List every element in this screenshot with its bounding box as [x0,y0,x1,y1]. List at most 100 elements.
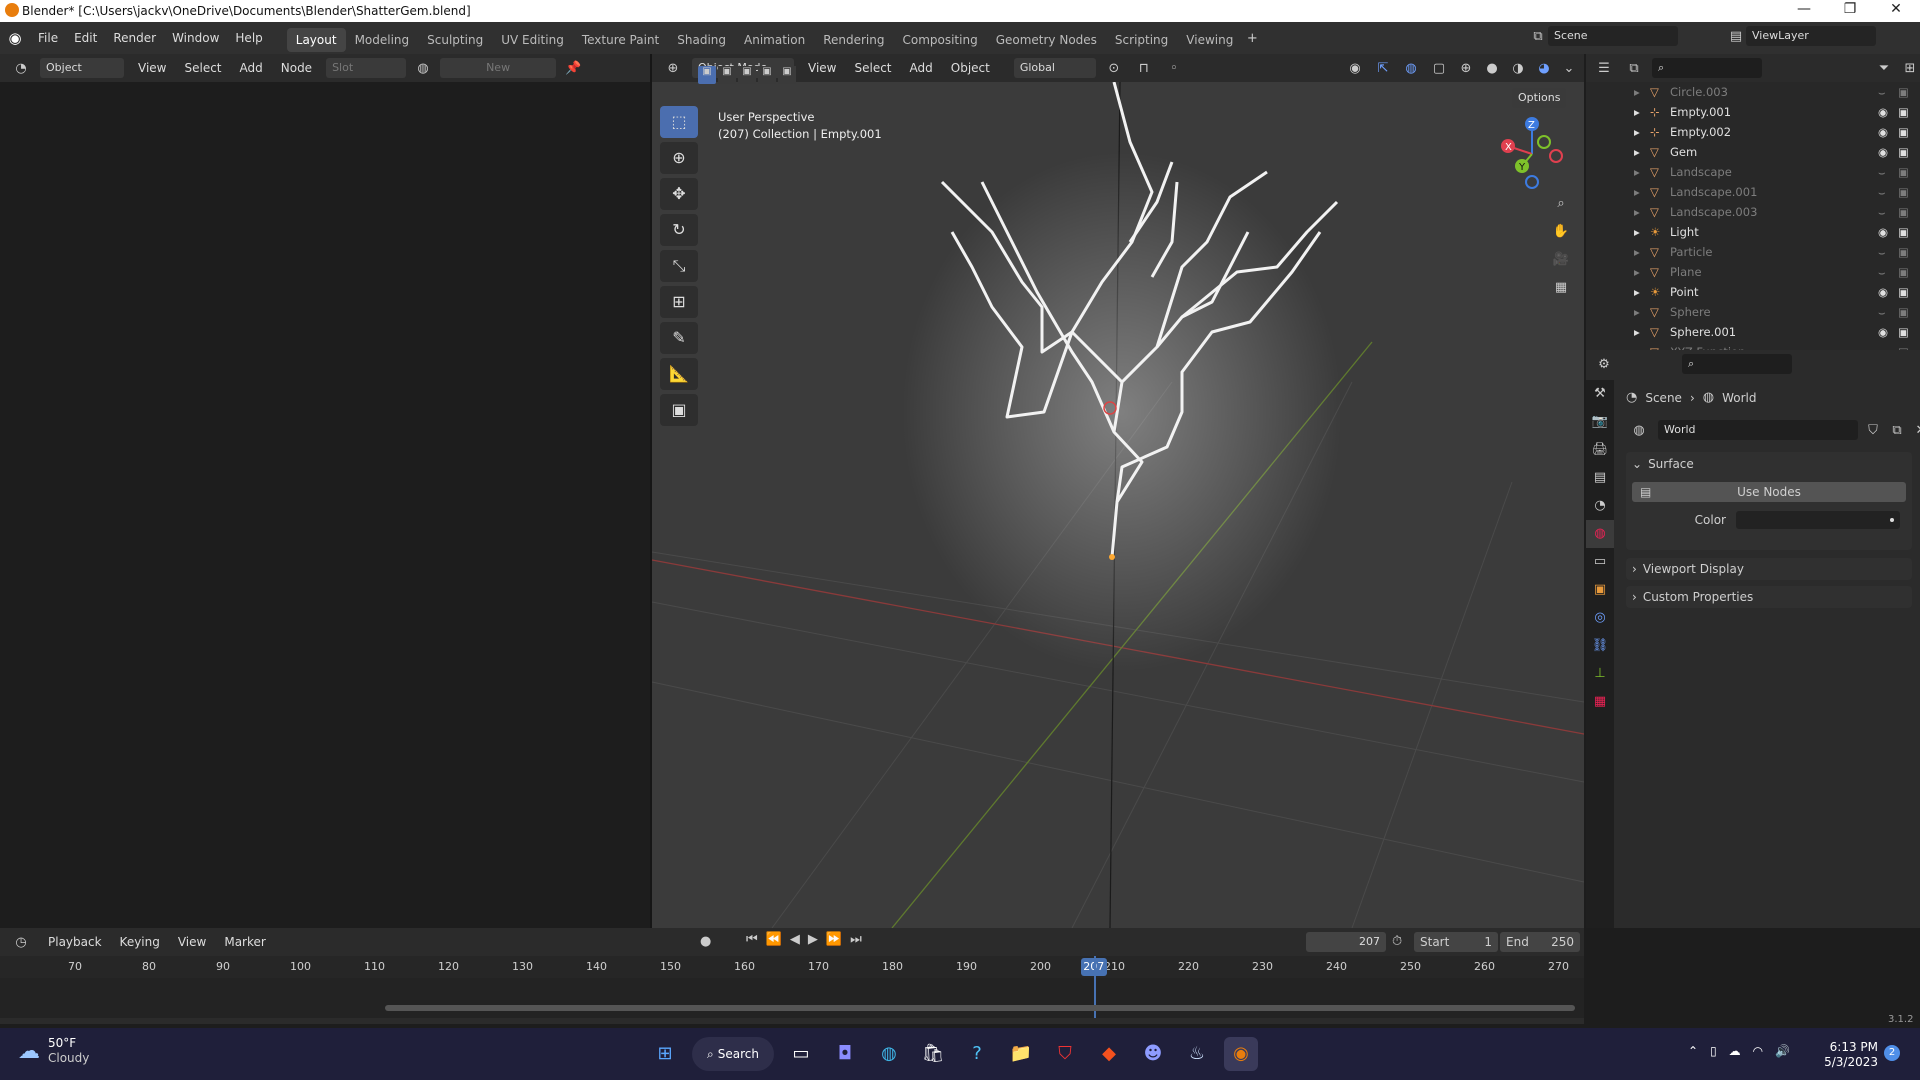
expand-arrow-icon[interactable]: ▸ [1634,142,1640,162]
expand-arrow-icon[interactable]: ▸ [1634,282,1640,302]
scene-selector[interactable]: ⧉ Scene [1528,26,1678,46]
outliner-editor-icon[interactable]: ☰ [1592,61,1616,76]
texture-tab-icon[interactable]: ▦ [1586,688,1614,716]
edge-icon[interactable]: ◍ [872,1037,906,1071]
tab-shading[interactable]: Shading [668,28,735,52]
notification-badge[interactable]: 2 [1884,1045,1900,1061]
outliner-row[interactable]: ▸ ▽ Circle.003 ⌣ ▣ [1586,82,1920,102]
menu-node[interactable]: Node [273,52,320,84]
jump-start-icon[interactable]: ⏮ [746,932,758,947]
menu-view[interactable]: View [170,926,214,958]
eye-icon[interactable]: ⌣ [1878,82,1886,102]
overlay-icon[interactable]: ◍ [1400,61,1422,76]
store-icon[interactable]: 🛍 [916,1037,950,1071]
outliner-row[interactable]: ▸ ☀ Light ◉ ▣ [1586,222,1920,242]
timeline[interactable]: ◷ Playback Keying View Marker ● ⏮ ⏪ ◀ ▶ ⏩ ⏭… [0,928,1584,1024]
current-frame-field[interactable]: 207 [1306,932,1386,952]
pin-icon[interactable]: 📌 [562,61,584,76]
expand-arrow-icon[interactable]: ▸ [1634,162,1640,182]
git-icon[interactable]: ◆ [1092,1037,1126,1071]
pan-hand-icon[interactable]: ✋ [1548,224,1574,252]
world-icon[interactable]: ◍ [412,61,434,76]
expand-arrow-icon[interactable]: ▸ [1634,202,1640,222]
end-frame-field[interactable]: End 250 [1500,932,1580,952]
menu-view[interactable]: View [800,52,844,84]
eye-icon[interactable]: ◉ [1878,142,1888,162]
menu-marker[interactable]: Marker [216,926,273,958]
maximize-button[interactable]: ❐ [1830,1,1870,17]
taskbar-search[interactable]: ⌕ Search [692,1037,774,1071]
camera-view-icon[interactable]: 🎥 [1548,252,1574,280]
mcafee-icon[interactable]: ⛉ [1048,1037,1082,1071]
render-tab-icon[interactable]: 📷 [1586,408,1614,436]
expand-arrow-icon[interactable]: ▸ [1634,122,1640,142]
view-layer-tab-icon[interactable]: ▤ [1586,464,1614,492]
camera-icon[interactable]: ▣ [1898,142,1909,162]
menu-file[interactable]: File [30,22,66,54]
outliner-row[interactable]: ▸ ☀ Point ◉ ▣ [1586,282,1920,302]
tab-uv-editing[interactable]: UV Editing [492,28,573,52]
custom-properties-panel[interactable]: › Custom Properties [1626,586,1912,608]
expand-arrow-icon[interactable]: ▸ [1634,262,1640,282]
jump-keyframe-forward-icon[interactable]: ⏩ [826,932,842,947]
select-subtract-icon[interactable]: ▣ [738,66,756,84]
task-view-icon[interactable]: ▭ [784,1037,818,1071]
camera-icon[interactable]: ▣ [1898,122,1909,142]
camera-icon[interactable]: ▣ [1898,302,1909,322]
outliner-search-input[interactable]: ⌕ [1652,58,1762,78]
expand-arrow-icon[interactable]: ▸ [1634,182,1640,202]
eye-icon[interactable]: ⌣ [1878,202,1886,222]
filter-icon[interactable]: ⏷ [1874,61,1894,76]
minimize-button[interactable]: — [1784,1,1824,17]
breadcrumb-scene[interactable]: Scene [1645,391,1682,405]
surface-panel-header[interactable]: ⌄ Surface [1626,452,1912,476]
file-explorer-icon[interactable]: 📁 [1004,1037,1038,1071]
menu-edit[interactable]: Edit [66,22,105,54]
world-tab-icon[interactable]: ◍ [1586,520,1614,548]
move-tool-icon[interactable]: ✥ [660,178,698,210]
scale-tool-icon[interactable]: ⤡ [660,250,698,282]
breadcrumb-world[interactable]: World [1722,391,1756,405]
select-extend-icon[interactable]: ▣ [718,66,736,84]
clock[interactable]: 6:13 PM 5/3/2023 [1808,1040,1878,1070]
gizmo-icon[interactable]: ⇱ [1372,61,1394,76]
camera-icon[interactable]: ▣ [1898,322,1909,342]
color-field[interactable] [1736,511,1900,529]
blender-menu-icon[interactable]: ◉ [0,29,30,47]
menu-playback[interactable]: Playback [40,926,110,958]
editor-type-icon[interactable]: ⊕ [660,61,686,76]
expand-arrow-icon[interactable]: ▸ [1634,242,1640,262]
orientation-dropdown[interactable]: Global [1013,58,1096,78]
close-button[interactable]: ✕ [1876,1,1916,17]
navigation-gizmo[interactable]: Z X Y [1492,114,1572,194]
windows-start-icon[interactable]: ⊞ [648,1037,682,1071]
properties-editor-icon[interactable]: ⚙ [1592,357,1616,372]
select-new-icon[interactable]: ▣ [698,66,716,84]
stopwatch-icon[interactable]: ⏱ [1392,934,1402,949]
select-box-tool-icon[interactable]: ⬚ [660,106,698,138]
expand-arrow-icon[interactable]: ▸ [1634,302,1640,322]
tab-layout[interactable]: Layout [286,28,346,52]
tab-sculpting[interactable]: Sculpting [418,28,492,52]
tab-geometry-nodes[interactable]: Geometry Nodes [987,28,1106,52]
use-nodes-button[interactable]: ▤ Use Nodes [1632,482,1906,502]
camera-icon[interactable]: ▣ [1898,202,1909,222]
outliner-row[interactable]: ▸ ▽ Particle ⌣ ▣ [1586,242,1920,262]
outliner-row[interactable]: ▸ ⊹ Empty.002 ◉ ▣ [1586,122,1920,142]
editor-type-icon[interactable]: ◔ [8,61,34,76]
timeline-scrollbar[interactable] [385,1005,1575,1011]
play-icon[interactable]: ▶ [808,932,818,947]
outliner-row[interactable]: ▸ ▽ Gem ◉ ▣ [1586,142,1920,162]
menu-object[interactable]: Object [943,52,998,84]
options-dropdown[interactable]: Options [1512,88,1567,108]
shading-options-icon[interactable]: ⌄ [1560,61,1578,76]
visibility-icon[interactable]: ◉ [1344,61,1366,76]
play-reverse-icon[interactable]: ◀ [790,932,800,947]
menu-select[interactable]: Select [176,52,229,84]
3d-viewport[interactable]: ⊕ Object Mode ViewSelectAddObject Global… [652,54,1584,928]
outliner-row[interactable]: ▸ ▽ Plane ⌣ ▣ [1586,262,1920,282]
scene-name[interactable]: Scene [1548,26,1678,46]
help-icon[interactable]: ? [960,1037,994,1071]
camera-icon[interactable]: ▣ [1898,182,1909,202]
select-invert-icon[interactable]: ▣ [758,66,776,84]
